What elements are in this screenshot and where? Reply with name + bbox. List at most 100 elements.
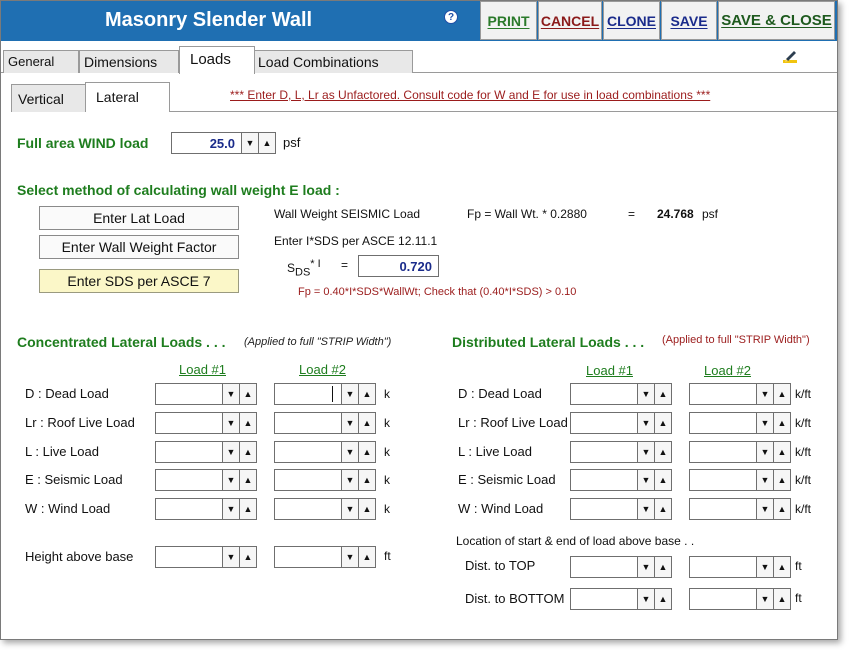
- height-load1-input[interactable]: [155, 546, 223, 568]
- chevron-up-icon[interactable]: ▲: [774, 498, 791, 520]
- chevron-up-icon[interactable]: ▲: [359, 412, 376, 434]
- dist-bottom-load2-input[interactable]: [689, 588, 757, 610]
- help-icon[interactable]: ?: [444, 10, 458, 24]
- chevron-down-icon[interactable]: ▼: [638, 556, 655, 578]
- chevron-down-icon[interactable]: ▼: [342, 498, 359, 520]
- chevron-down-icon[interactable]: ▼: [638, 469, 655, 491]
- chevron-up-icon[interactable]: ▲: [655, 498, 672, 520]
- chevron-down-icon[interactable]: ▼: [638, 441, 655, 463]
- chevron-up-icon[interactable]: ▲: [774, 588, 791, 610]
- distributed-load1-row4-input[interactable]: [570, 498, 638, 520]
- chevron-down-icon[interactable]: ▼: [242, 132, 259, 154]
- chevron-down-icon[interactable]: ▼: [223, 546, 240, 568]
- dist-bottom-load1-input[interactable]: [570, 588, 638, 610]
- tab-loads[interactable]: Loads: [179, 46, 255, 74]
- distributed-load2-row4-input[interactable]: [689, 498, 757, 520]
- distributed-load1-row2-input[interactable]: [570, 441, 638, 463]
- chevron-up-icon[interactable]: ▲: [359, 546, 376, 568]
- chevron-down-icon[interactable]: ▼: [223, 469, 240, 491]
- chevron-down-icon[interactable]: ▼: [757, 556, 774, 578]
- concentrated-load2-row1-input[interactable]: [274, 412, 342, 434]
- distributed-load2-row1-input[interactable]: [689, 412, 757, 434]
- wind-load-input[interactable]: [171, 132, 242, 154]
- chevron-down-icon[interactable]: ▼: [638, 412, 655, 434]
- chevron-up-icon[interactable]: ▲: [240, 546, 257, 568]
- chevron-down-icon[interactable]: ▼: [638, 588, 655, 610]
- tab-general[interactable]: General: [3, 50, 79, 73]
- chevron-up-icon[interactable]: ▲: [359, 383, 376, 405]
- distributed-load1-row0-input[interactable]: [570, 383, 638, 405]
- chevron-down-icon[interactable]: ▼: [223, 383, 240, 405]
- concentrated-loads-note: (Applied to full "STRIP Width"): [244, 336, 392, 348]
- chevron-up-icon[interactable]: ▲: [655, 412, 672, 434]
- chevron-up-icon[interactable]: ▲: [655, 441, 672, 463]
- concentrated-load1-row0-input[interactable]: [155, 383, 223, 405]
- chevron-up-icon[interactable]: ▲: [359, 469, 376, 491]
- chevron-up-icon[interactable]: ▲: [655, 588, 672, 610]
- print-button[interactable]: PRINT: [480, 1, 537, 40]
- chevron-down-icon[interactable]: ▼: [342, 412, 359, 434]
- height-load2-input[interactable]: [274, 546, 342, 568]
- chevron-up-icon[interactable]: ▲: [774, 383, 791, 405]
- clone-button[interactable]: CLONE: [603, 1, 660, 40]
- chevron-up-icon[interactable]: ▲: [259, 132, 276, 154]
- concentrated-load2-row2-input[interactable]: [274, 441, 342, 463]
- save-button[interactable]: SAVE: [661, 1, 717, 40]
- dist-top-load1-input[interactable]: [570, 556, 638, 578]
- tab-load-combinations[interactable]: Load Combinations: [253, 50, 413, 73]
- chevron-up-icon[interactable]: ▲: [774, 441, 791, 463]
- concentrated-load2-row3-input[interactable]: [274, 469, 342, 491]
- distributed-row-unit: k/ft: [795, 502, 812, 516]
- chevron-up-icon[interactable]: ▲: [359, 441, 376, 463]
- chevron-down-icon[interactable]: ▼: [638, 383, 655, 405]
- chevron-down-icon[interactable]: ▼: [757, 498, 774, 520]
- chevron-up-icon[interactable]: ▲: [774, 469, 791, 491]
- chevron-down-icon[interactable]: ▼: [342, 546, 359, 568]
- distributed-load1-row1-input[interactable]: [570, 412, 638, 434]
- chevron-down-icon[interactable]: ▼: [638, 498, 655, 520]
- tab-dimensions[interactable]: Dimensions: [79, 50, 179, 73]
- chevron-down-icon[interactable]: ▼: [757, 441, 774, 463]
- chevron-up-icon[interactable]: ▲: [359, 498, 376, 520]
- distributed-load1-row3-input[interactable]: [570, 469, 638, 491]
- chevron-down-icon[interactable]: ▼: [757, 588, 774, 610]
- enter-sds-button[interactable]: Enter SDS per ASCE 7: [39, 269, 239, 293]
- chevron-down-icon[interactable]: ▼: [757, 383, 774, 405]
- cancel-button[interactable]: CANCEL: [538, 1, 602, 40]
- chevron-up-icon[interactable]: ▲: [774, 556, 791, 578]
- concentrated-row-label: L : Live Load: [25, 444, 99, 459]
- distributed-load2-row0-input[interactable]: [689, 383, 757, 405]
- chevron-down-icon[interactable]: ▼: [223, 412, 240, 434]
- chevron-up-icon[interactable]: ▲: [655, 469, 672, 491]
- enter-wall-weight-factor-button[interactable]: Enter Wall Weight Factor: [39, 235, 239, 259]
- chevron-up-icon[interactable]: ▲: [240, 441, 257, 463]
- edit-pen-icon[interactable]: [782, 48, 798, 64]
- chevron-down-icon[interactable]: ▼: [223, 441, 240, 463]
- concentrated-load1-row2-input[interactable]: [155, 441, 223, 463]
- chevron-up-icon[interactable]: ▲: [240, 498, 257, 520]
- distributed-load2-row3-input[interactable]: [689, 469, 757, 491]
- chevron-down-icon[interactable]: ▼: [757, 469, 774, 491]
- chevron-down-icon[interactable]: ▼: [223, 498, 240, 520]
- enter-lat-load-button[interactable]: Enter Lat Load: [39, 206, 239, 230]
- chevron-up-icon[interactable]: ▲: [240, 383, 257, 405]
- dist-top-load2-input[interactable]: [689, 556, 757, 578]
- distributed-load2-row2-input[interactable]: [689, 441, 757, 463]
- sds-input[interactable]: [358, 255, 439, 277]
- subtab-vertical[interactable]: Vertical: [11, 84, 87, 112]
- chevron-up-icon[interactable]: ▲: [240, 412, 257, 434]
- chevron-down-icon[interactable]: ▼: [757, 412, 774, 434]
- chevron-down-icon[interactable]: ▼: [342, 441, 359, 463]
- concentrated-load2-row4-input[interactable]: [274, 498, 342, 520]
- chevron-down-icon[interactable]: ▼: [342, 469, 359, 491]
- chevron-down-icon[interactable]: ▼: [342, 383, 359, 405]
- chevron-up-icon[interactable]: ▲: [240, 469, 257, 491]
- chevron-up-icon[interactable]: ▲: [655, 556, 672, 578]
- save-and-close-button[interactable]: SAVE & CLOSE: [718, 1, 835, 40]
- concentrated-load1-row3-input[interactable]: [155, 469, 223, 491]
- subtab-lateral[interactable]: Lateral: [85, 82, 170, 112]
- concentrated-load1-row1-input[interactable]: [155, 412, 223, 434]
- chevron-up-icon[interactable]: ▲: [774, 412, 791, 434]
- chevron-up-icon[interactable]: ▲: [655, 383, 672, 405]
- concentrated-load1-row4-input[interactable]: [155, 498, 223, 520]
